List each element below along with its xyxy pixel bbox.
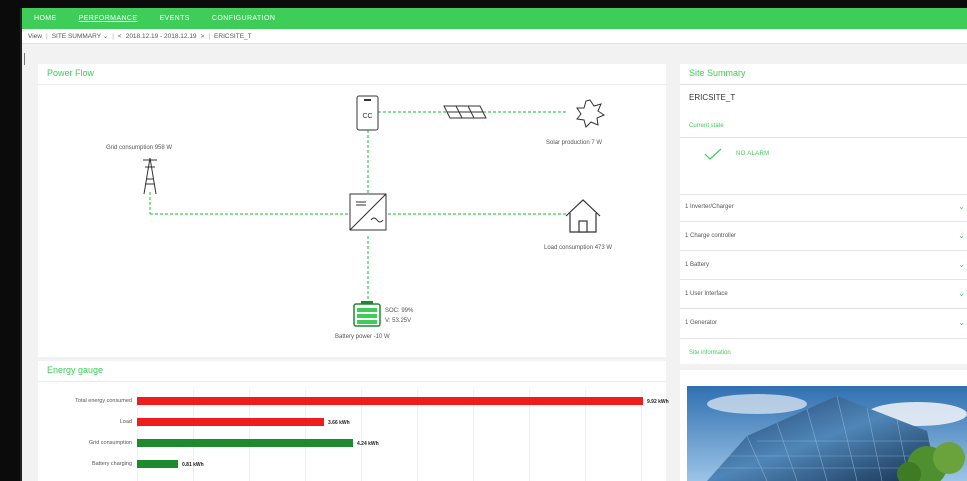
site-summary-panel: Site Summary ERICSITE_T Current state NO… [680,64,967,364]
energy-gauge-panel: Energy gauge Total energy consumed 9.92 k… [38,361,669,481]
device-item-battery[interactable]: 1 Battery ⌄ [685,260,967,269]
battery-icon [353,301,381,327]
inverter-icon [349,193,387,231]
grid-consumption-label: Grid consumption 958 W [106,145,173,151]
house-icon [565,199,601,233]
gauge-row: Battery charging 0.81 kWh [38,460,666,468]
solar-panel-icon [443,105,487,119]
chevron-down-icon: ⌄ [958,202,965,211]
nav-events[interactable]: EVENTS [159,15,189,22]
alarm-label: NO ALARM [736,151,770,157]
pylon-icon [143,157,157,195]
site-photo [687,386,967,481]
app-window: HOME PERFORMANCE EVENTS CONFIGURATION Vi… [20,8,967,481]
gauge-bar [137,397,643,405]
next-date-button[interactable]: > [201,33,205,40]
gauge-bar [137,439,353,447]
gauge-value: 9.92 kWh [647,398,669,405]
nav-home[interactable]: HOME [34,15,57,22]
chevron-down-icon: ⌄ [958,289,965,298]
load-consumption-label: Load consumption 473 W [544,245,613,251]
charge-controller-icon: CC [356,95,379,131]
site-photo-panel [680,370,967,481]
chevron-down-icon: ⌄ [102,33,109,40]
top-navigation: HOME PERFORMANCE EVENTS CONFIGURATION [22,8,967,29]
battery-power-label: Battery power -10 W [335,334,390,340]
sun-icon [576,99,606,128]
battery-voltage: V: 53.25V [385,318,412,324]
site-name: ERICSITE_T [214,32,252,40]
date-range[interactable]: 2018.12.19 - 2018.12.19 [126,33,197,40]
gauge-row-label: Battery charging [91,461,132,467]
site-information-link[interactable]: Site information [689,350,731,356]
gauge-bar [137,418,324,426]
nav-performance[interactable]: PERFORMANCE [79,15,138,22]
gauge-row: Load 3.66 kWh [38,418,666,426]
prev-date-button[interactable]: < [118,33,122,40]
gauge-row-label: Load [119,419,132,425]
view-label: View [28,32,42,40]
chevron-down-icon: ⌄ [958,318,965,327]
view-select[interactable]: SITE SUMMARY ⌄ [52,32,109,40]
current-state-link[interactable]: Current state [689,123,724,129]
gauge-row-label: Grid consumption [88,440,132,446]
gauge-row-label: Total energy consumed [75,398,132,404]
check-icon [704,148,722,160]
power-flow-diagram: CC [143,95,606,327]
nav-configuration[interactable]: CONFIGURATION [212,15,275,22]
gauge-value: 4.24 kWh [357,440,379,447]
site-summary-title: Site Summary [689,68,746,78]
solar-production-label: Solar production 7 W [546,140,603,146]
gauge-bar [137,460,178,468]
device-item-generator[interactable]: 1 Generator ⌄ [685,318,967,327]
cc-label: CC [362,113,372,120]
site-summary-site-name: ERICSITE_T [689,93,736,102]
power-flow-panel: Power Flow CC Grid consumption 958 W Sol… [38,64,666,357]
view-select-value: SITE SUMMARY [51,33,101,40]
gauge-row: Total energy consumed 9.92 kWh [38,397,669,405]
alarm-status: NO ALARM [704,148,769,160]
gauge-value: 3.66 kWh [328,419,350,426]
divider [24,53,25,65]
gauge-row: Grid consumption 4.24 kWh [38,439,666,447]
energy-gauge-title: Energy gauge [47,365,104,375]
chevron-down-icon: ⌄ [958,231,965,240]
device-item-inverter-charger[interactable]: 1 Inverter/Charger ⌄ [685,202,967,211]
view-toolbar: View | SITE SUMMARY ⌄ | < 2018.12.19 - 2… [22,29,967,44]
chevron-down-icon: ⌄ [958,260,965,269]
device-item-charge-controller[interactable]: 1 Charge controller ⌄ [685,231,967,240]
battery-soc: SOC: 99% [385,308,414,314]
device-item-user-interface[interactable]: 1 User Interface ⌄ [685,289,967,298]
gauge-value: 0.81 kWh [182,461,204,468]
